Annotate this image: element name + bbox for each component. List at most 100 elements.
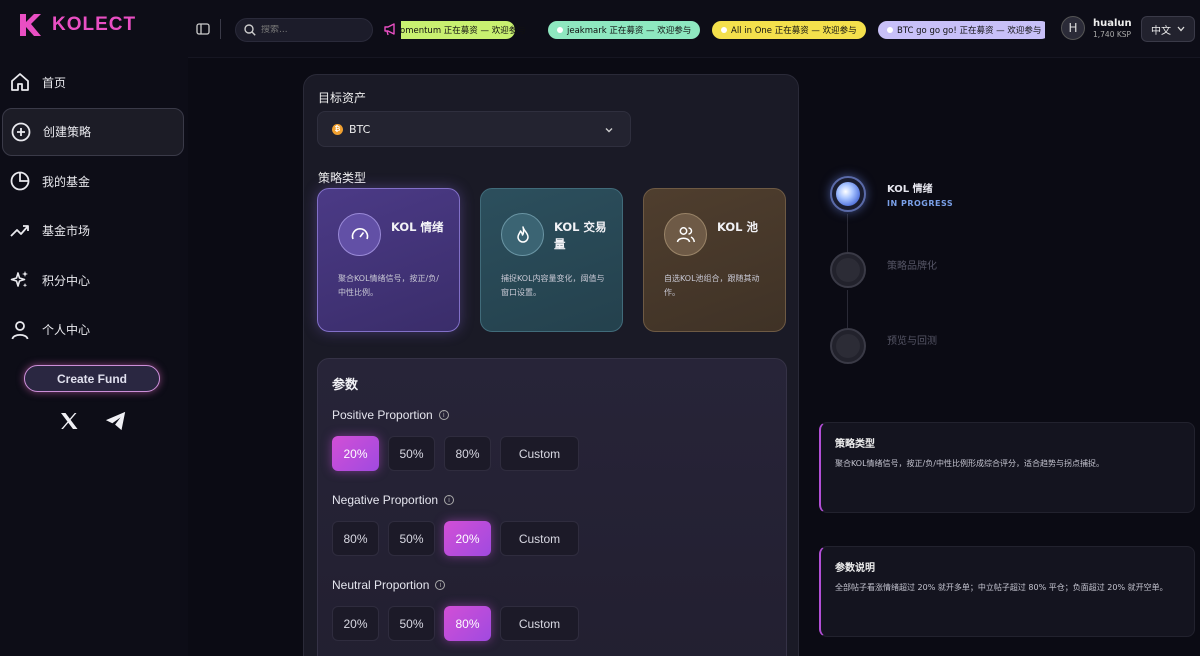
strategy-card-kol-pool[interactable]: KOL 池 自选KOL池组合，跟随其动作。 [643, 188, 786, 332]
announcement-ticker: omentum 正在募资 — 欢迎参与 jeakmark 正在募资 — 欢迎参与… [401, 21, 1045, 39]
chevron-down-icon [1177, 26, 1185, 32]
negative-option-50[interactable]: 50% [388, 521, 435, 556]
user-profile[interactable]: H hualun 1,740 KSP [1061, 16, 1132, 40]
ticker-item[interactable]: omentum 正在募资 — 欢迎参与 [401, 21, 526, 39]
card-description: 自选KOL池组合，跟随其动作。 [664, 274, 760, 297]
asset-select[interactable]: ₿ BTC [317, 111, 631, 147]
toolbar-divider [220, 19, 221, 39]
parameters-title: 参数 [332, 378, 359, 393]
card-description: 捕捉KOL内容量变化，阈值与窗口设置。 [501, 274, 605, 297]
ticker-item[interactable]: All in One 正在募资 — 欢迎参与 [712, 21, 866, 39]
chevron-down-icon [605, 128, 613, 133]
positive-option-custom[interactable]: Custom [500, 436, 579, 471]
info-icon[interactable]: i [438, 410, 449, 420]
positive-option-80[interactable]: 80% [444, 436, 491, 471]
ticker-dot-icon [721, 27, 727, 33]
neutral-option-50[interactable]: 50% [388, 606, 435, 641]
search-icon [244, 24, 256, 36]
step-name: KOL 情绪 [887, 184, 933, 195]
sidebar-nav: 首页 创建策略 我的基金 基金市场 积分中心 个人中心 [0, 58, 188, 355]
card-title: KOL 交易量 [554, 220, 607, 251]
brand-logo[interactable]: KOLECT [18, 12, 136, 38]
positive-option-20[interactable]: 20% [332, 436, 379, 471]
negative-proportion-label: Negative Proportion i [332, 493, 455, 507]
language-label: 中文 [1151, 25, 1171, 37]
step-connector [847, 290, 848, 328]
gauge-icon [338, 213, 381, 256]
strategy-card-kol-volume[interactable]: KOL 交易量 捕捉KOL内容量变化，阈值与窗口设置。 [480, 188, 623, 332]
sidebar-item-label: 首页 [42, 75, 67, 90]
search-box[interactable] [235, 18, 373, 42]
step-indicator [830, 176, 866, 212]
btc-coin-icon: ₿ [332, 123, 343, 135]
users-icon [664, 213, 707, 256]
step-name: 预览与回测 [887, 335, 937, 347]
telegram-icon[interactable] [105, 410, 127, 432]
brand-name: KOLECT [52, 14, 137, 35]
neutral-option-20[interactable]: 20% [332, 606, 379, 641]
sidebar-item-label: 个人中心 [42, 323, 91, 337]
avatar[interactable]: H [1061, 16, 1085, 40]
sidebar-item-my-funds[interactable]: 我的基金 [2, 157, 184, 205]
kolect-logo-icon [20, 14, 41, 36]
user-icon [10, 320, 30, 340]
step-indicator [830, 328, 866, 364]
step-connector [847, 214, 848, 254]
strategy-form: 目标资产 ₿ BTC 策略类型 KOL 情绪 聚合KOL情绪信号，按正/负/中性… [303, 74, 799, 656]
negative-option-20[interactable]: 20% [444, 521, 491, 556]
strategy-card-kol-sentiment[interactable]: KOL 情绪 聚合KOL情绪信号，按正/负/中性比例。 [317, 188, 460, 332]
ksp-balance: 1,740 KSP [1093, 29, 1132, 39]
ticker-dot-icon [887, 27, 893, 33]
positive-option-50[interactable]: 50% [388, 436, 435, 471]
top-bar: omentum 正在募资 — 欢迎参与 jeakmark 正在募资 — 欢迎参与… [188, 0, 1200, 58]
sidebar-item-create-strategy[interactable]: 创建策略 [2, 107, 184, 156]
sidebar-item-home[interactable]: 首页 [2, 58, 184, 106]
language-select[interactable]: 中文 [1141, 16, 1195, 42]
ticker-item[interactable]: BTC go go go! 正在募资 — 欢迎参与 [878, 21, 1045, 39]
card-title: KOL 情绪 [391, 220, 444, 234]
sidebar-item-points-center[interactable]: 积分中心 [2, 256, 184, 304]
info-icon[interactable]: i [435, 580, 446, 590]
info-icon[interactable]: i [444, 495, 455, 505]
sidebar-toggle-icon[interactable] [196, 22, 210, 36]
neutral-option-custom[interactable]: Custom [500, 606, 579, 641]
info-text: 全部帖子看涨情绪超过 20% 就开多单；中立帖子超过 80% 平仓；负面超过 2… [835, 583, 1168, 592]
card-description: 聚合KOL情绪信号，按正/负/中性比例。 [338, 274, 439, 297]
sparkles-icon [10, 270, 30, 290]
megaphone-icon [384, 23, 395, 36]
step-indicator [830, 252, 866, 288]
sidebar-item-label: 创建策略 [43, 125, 92, 139]
sidebar-item-label: 我的基金 [42, 174, 91, 189]
step-status: IN PROGRESS [887, 199, 954, 208]
step-branding[interactable]: 策略品牌化 [830, 252, 937, 288]
username: hualun [1093, 17, 1132, 29]
positive-proportion-label: Positive Proportion i [332, 408, 449, 422]
neutral-proportion-label: Neutral Proportion i [332, 578, 446, 592]
search-input[interactable] [261, 25, 361, 35]
asset-value: BTC [349, 122, 371, 136]
plus-circle-icon [11, 122, 31, 142]
step-name: 策略品牌化 [887, 260, 937, 272]
flame-icon [501, 213, 544, 256]
neutral-option-80[interactable]: 80% [444, 606, 491, 641]
ticker-item[interactable]: jeakmark 正在募资 — 欢迎参与 [548, 21, 701, 39]
sidebar-item-label: 基金市场 [42, 224, 91, 238]
home-icon [10, 72, 30, 92]
asset-label: 目标资产 [318, 91, 367, 105]
negative-option-80[interactable]: 80% [332, 521, 379, 556]
step-preview-backtest[interactable]: 预览与回测 [830, 328, 937, 364]
create-fund-button[interactable]: Create Fund [24, 365, 160, 392]
sidebar-item-fund-market[interactable]: 基金市场 [2, 207, 184, 255]
info-title: 参数说明 [835, 563, 875, 574]
trending-up-icon [10, 221, 30, 241]
step-kol-sentiment[interactable]: KOL 情绪 IN PROGRESS [830, 176, 953, 212]
pie-chart-icon [10, 171, 30, 191]
strategy-type-info: 策略类型 聚合KOL情绪信号，按正/负/中性比例形成综合评分，适合趋势与拐点捕捉… [819, 422, 1195, 513]
strategy-type-label: 策略类型 [318, 171, 367, 185]
negative-option-custom[interactable]: Custom [500, 521, 579, 556]
ticker-dot-icon [557, 27, 563, 33]
parameter-explanation-info: 参数说明 全部帖子看涨情绪超过 20% 就开多单；中立帖子超过 80% 平仓；负… [819, 546, 1195, 637]
x-icon[interactable] [58, 410, 80, 432]
card-title: KOL 池 [717, 220, 759, 234]
sidebar-item-profile[interactable]: 个人中心 [2, 306, 184, 354]
